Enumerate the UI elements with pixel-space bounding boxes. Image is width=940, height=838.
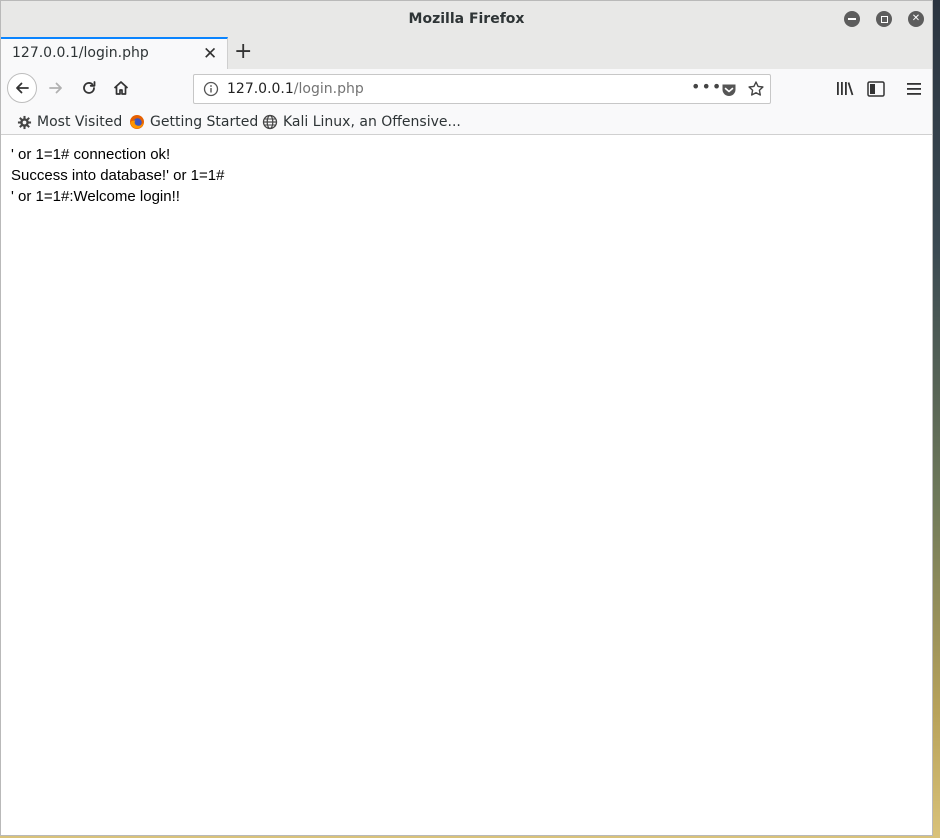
sidebar-icon[interactable] xyxy=(867,81,885,97)
arrow-left-icon xyxy=(16,82,29,94)
bookmark-label: Most Visited xyxy=(37,114,123,130)
arrow-right-icon xyxy=(49,82,62,94)
close-tab-icon[interactable]: ✕ xyxy=(203,44,217,64)
home-button[interactable] xyxy=(111,78,131,98)
content-line: ' or 1=1# connection ok! xyxy=(11,146,171,163)
bookmark-getting-started[interactable]: Getting Started xyxy=(129,112,258,132)
url-text[interactable]: 127.0.0.1/login.php xyxy=(227,81,364,97)
url-path: /login.php xyxy=(293,81,364,97)
info-icon[interactable] xyxy=(203,81,219,97)
page-content: ' or 1=1# connection ok! Success into da… xyxy=(1,135,932,835)
bookmark-most-visited[interactable]: Most Visited xyxy=(16,112,122,132)
home-icon xyxy=(113,81,129,95)
window-title: Mozilla Firefox xyxy=(408,11,525,27)
bookmark-label: Kali Linux, an Offensive... xyxy=(283,114,461,130)
pocket-icon[interactable] xyxy=(720,81,738,99)
content-line: Success into database!' or 1=1# xyxy=(11,167,225,184)
gear-icon xyxy=(16,114,32,130)
reload-button[interactable] xyxy=(79,78,99,98)
globe-icon xyxy=(262,114,278,130)
close-window-button[interactable]: ✕ xyxy=(908,11,924,27)
minimize-window-button[interactable] xyxy=(844,11,860,27)
content-line: ' or 1=1#:Welcome login!! xyxy=(11,188,180,205)
reload-icon xyxy=(83,81,96,94)
tab-login[interactable]: 127.0.0.1/login.php ✕ xyxy=(1,37,228,69)
back-button[interactable] xyxy=(7,73,37,103)
browser-window: Mozilla Firefox ✕ 127.0.0.1/login.php ✕ … xyxy=(0,0,933,836)
library-icon[interactable] xyxy=(835,79,855,99)
url-host: 127.0.0.1 xyxy=(227,81,294,97)
new-tab-button[interactable]: + xyxy=(234,39,252,65)
hamburger-menu-icon[interactable] xyxy=(906,81,922,97)
tab-strip: 127.0.0.1/login.php ✕ + xyxy=(1,37,932,69)
maximize-window-button[interactable] xyxy=(876,11,892,27)
page-actions-icon[interactable]: ••• xyxy=(691,77,722,96)
address-bar[interactable]: 127.0.0.1/login.php ••• xyxy=(193,74,771,104)
forward-button[interactable] xyxy=(46,78,66,98)
tab-title: 127.0.0.1/login.php xyxy=(12,45,149,61)
bookmark-star-icon[interactable] xyxy=(747,80,765,98)
navigation-toolbar: 127.0.0.1/login.php ••• xyxy=(1,69,932,109)
bookmarks-toolbar: Most Visited Getting Started Kali Linux,… xyxy=(1,109,932,135)
bookmark-label: Getting Started xyxy=(150,114,259,130)
firefox-icon xyxy=(129,114,145,130)
bookmark-kali-linux[interactable]: Kali Linux, an Offensive... xyxy=(262,112,461,132)
title-bar: Mozilla Firefox ✕ xyxy=(1,1,932,38)
